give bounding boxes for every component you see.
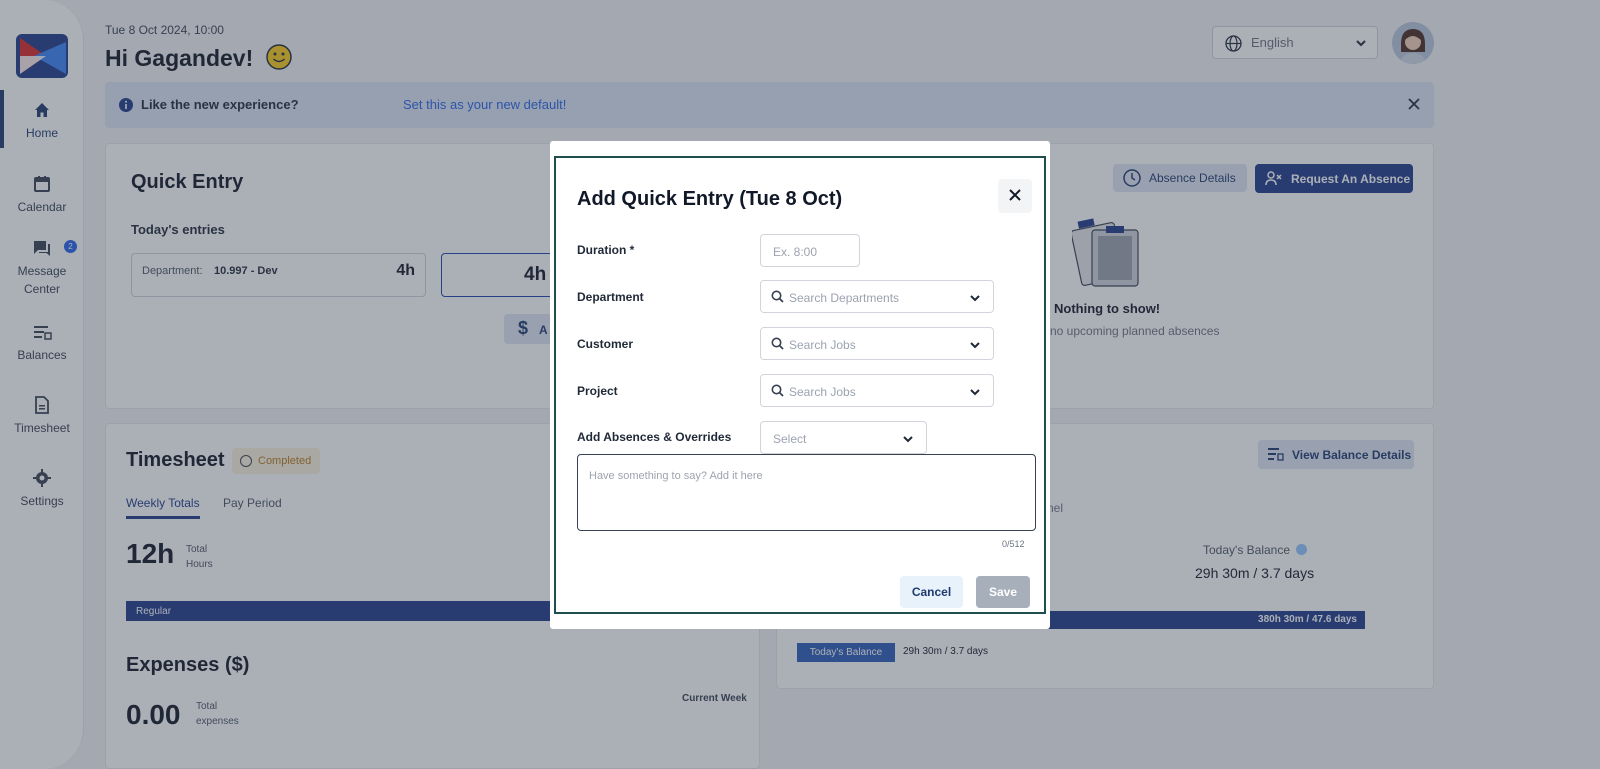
modal-close-button[interactable] [998, 179, 1032, 213]
absences-placeholder: Select [773, 432, 807, 446]
add-quick-entry-modal: Add Quick Entry (Tue 8 Oct) Duration * E… [550, 141, 1050, 629]
chevron-down-icon [970, 295, 980, 302]
department-search-select[interactable]: Search Departments [760, 280, 994, 313]
chevron-down-icon [970, 342, 980, 349]
customer-placeholder: Search Jobs [789, 338, 856, 352]
cancel-button[interactable]: Cancel [900, 576, 963, 608]
modal-focus-frame: Add Quick Entry (Tue 8 Oct) Duration * E… [554, 156, 1046, 614]
duration-placeholder: Ex. 8:00 [773, 245, 818, 259]
project-label: Project [577, 384, 618, 398]
chevron-down-icon [970, 389, 980, 396]
project-search-select[interactable]: Search Jobs [760, 374, 994, 407]
project-placeholder: Search Jobs [789, 385, 856, 399]
chevron-down-icon [903, 436, 913, 443]
modal-title: Add Quick Entry (Tue 8 Oct) [577, 188, 843, 210]
customer-search-select[interactable]: Search Jobs [760, 327, 994, 360]
customer-label: Customer [577, 337, 634, 351]
duration-label: Duration * [577, 243, 635, 257]
department-label: Department [577, 290, 644, 304]
duration-input[interactable]: Ex. 8:00 [760, 234, 860, 267]
comment-placeholder: Have something to say? Add it here [589, 470, 763, 482]
absences-overrides-label: Add Absences & Overrides [577, 430, 732, 444]
search-icon [771, 290, 784, 303]
save-button[interactable]: Save [976, 576, 1030, 608]
comment-textarea[interactable]: Have something to say? Add it here [577, 454, 1036, 531]
character-counter: 0/512 [1002, 539, 1025, 549]
close-icon [1009, 189, 1021, 201]
search-icon [771, 337, 784, 350]
search-icon [771, 384, 784, 397]
department-placeholder: Search Departments [789, 291, 900, 305]
absences-overrides-select[interactable]: Select [760, 421, 927, 454]
